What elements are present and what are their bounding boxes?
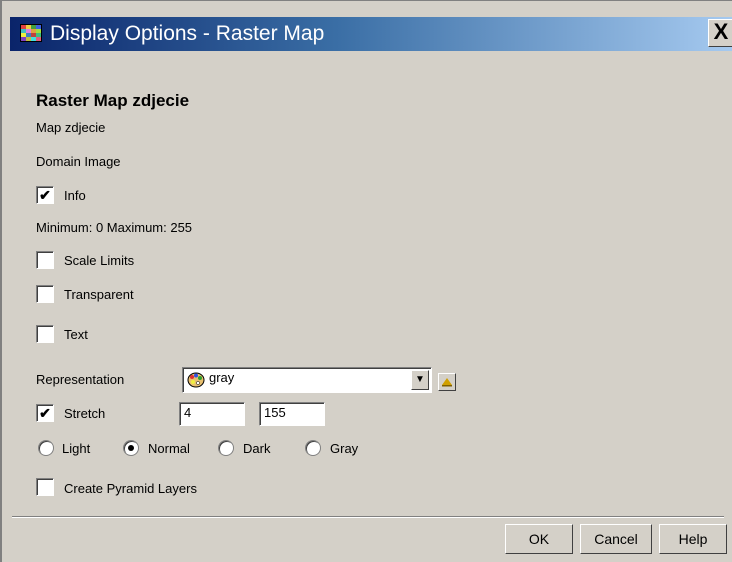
stretch-max-input[interactable]: 155 xyxy=(259,402,325,426)
domain-label: Domain Image xyxy=(36,154,121,169)
dialog-window: Display Options - Raster Map X Raster Ma… xyxy=(0,0,732,562)
representation-value: gray xyxy=(209,370,235,385)
scale-limits-checkbox[interactable] xyxy=(36,251,54,269)
min-max-label: Minimum: 0 Maximum: 255 xyxy=(36,220,193,235)
window-title: Display Options - Raster Map xyxy=(50,22,325,45)
radio-gray[interactable] xyxy=(305,440,321,456)
representation-label: Representation xyxy=(36,372,125,387)
text-label: Text xyxy=(64,327,88,342)
separator xyxy=(12,516,724,518)
palette-icon xyxy=(187,372,205,388)
stretch-max-value: 155 xyxy=(264,405,286,420)
edit-representation-icon xyxy=(442,378,452,387)
stretch-label: Stretch xyxy=(64,406,106,421)
close-button[interactable]: X xyxy=(708,19,732,47)
help-button[interactable]: Help xyxy=(659,524,727,554)
radio-light-label: Light xyxy=(62,441,91,456)
title-bar[interactable]: Display Options - Raster Map X xyxy=(10,17,732,51)
cancel-button[interactable]: Cancel xyxy=(580,524,652,554)
transparent-label: Transparent xyxy=(64,287,134,302)
radio-dark[interactable] xyxy=(218,440,234,456)
radio-dark-label: Dark xyxy=(243,441,271,456)
map-name-label: Map zdjecie xyxy=(36,120,106,135)
radio-light[interactable] xyxy=(38,440,54,456)
text-checkbox[interactable] xyxy=(36,325,54,343)
stretch-checkbox[interactable]: ✔ xyxy=(36,404,54,422)
pyramid-label: Create Pyramid Layers xyxy=(64,481,197,496)
radio-normal[interactable] xyxy=(123,440,139,456)
radio-gray-label: Gray xyxy=(330,441,359,456)
stretch-min-input[interactable]: 4 xyxy=(179,402,245,426)
page-title: Raster Map zdjecie xyxy=(36,91,190,110)
info-label: Info xyxy=(64,188,86,203)
pyramid-checkbox[interactable] xyxy=(36,478,54,496)
scale-limits-label: Scale Limits xyxy=(64,253,135,268)
stretch-min-value: 4 xyxy=(184,405,192,420)
radio-normal-label: Normal xyxy=(148,441,190,456)
info-checkbox[interactable]: ✔ xyxy=(36,186,54,204)
chevron-down-icon[interactable]: ▼ xyxy=(411,370,429,390)
map-window-icon xyxy=(20,24,42,42)
ok-button[interactable]: OK xyxy=(505,524,573,554)
representation-select[interactable]: gray ▼ xyxy=(182,367,432,393)
edit-representation-button[interactable] xyxy=(438,373,456,391)
transparent-checkbox[interactable] xyxy=(36,285,54,303)
